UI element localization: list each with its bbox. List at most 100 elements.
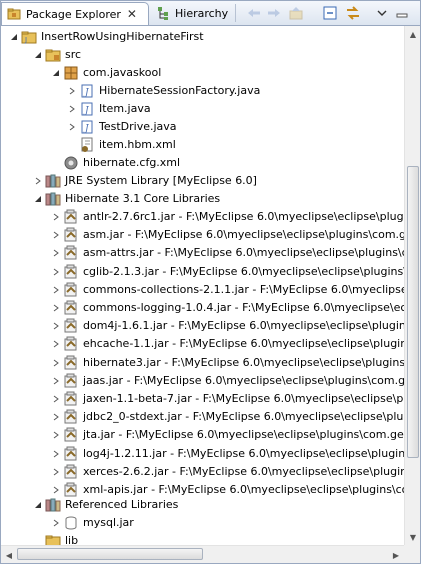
folder-icon [45,533,61,545]
source-folder-icon [45,47,61,63]
forward-icon[interactable] [265,4,283,22]
view-tab-bar: Package Explorer ✕ Hierarchy [1,1,420,26]
tree-item-jar[interactable]: asm.jar - F:\MyEclipse 6.0\myeclipse\ecl… [51,226,404,244]
collapsed-arrow-icon[interactable] [51,321,61,331]
minimize-icon[interactable] [393,4,411,22]
collapsed-arrow-icon[interactable] [51,339,61,349]
tree-item-jar[interactable]: xerces-2.6.2.jar - F:\MyEclipse 6.0\myec… [51,463,404,481]
tree-item-jar[interactable]: commons-logging-1.0.4.jar - F:\MyEclipse… [51,299,404,317]
jar-icon [63,464,79,480]
hbm-label: item.hbm.xml [99,138,176,151]
jar-icon [63,515,79,531]
vertical-scrollbar[interactable]: ▲ ▼ [404,26,420,545]
jar-icon [63,264,79,280]
tree-item-referenced-libraries[interactable]: Referenced Libraries [33,496,178,514]
view-menu-icon[interactable] [373,4,391,22]
jar-icon [63,355,79,371]
tree-item-jar[interactable]: jdbc2_0-stdext.jar - F:\MyEclipse 6.0\my… [51,408,404,426]
tree-item-hibernate-library[interactable]: Hibernate 3.1 Core Libraries [33,190,220,208]
tree-item-jar[interactable]: ehcache-1.1.jar - F:\MyEclipse 6.0\myecl… [51,335,404,353]
jar-icon [63,318,79,334]
scroll-down-icon[interactable]: ▼ [405,529,420,545]
hibernate-config-icon [63,155,79,171]
collapsed-arrow-icon[interactable] [51,230,61,240]
tree-item-jar[interactable]: cglib-2.1.3.jar - F:\MyEclipse 6.0\myecl… [51,263,404,281]
tree-item-hbm-file[interactable]: item.hbm.xml [79,136,176,154]
collapsed-arrow-icon[interactable] [51,303,61,313]
package-label: com.javaskool [83,66,162,79]
src-label: src [65,48,82,61]
collapsed-arrow-icon[interactable] [51,248,61,258]
collapsed-arrow-icon[interactable] [51,485,61,495]
cfg-label: hibernate.cfg.xml [83,156,181,169]
collapsed-arrow-icon[interactable] [51,430,61,440]
tree-item-jar[interactable]: hibernate3.jar - F:\MyEclipse 6.0\myecli… [51,354,404,372]
scroll-right-icon[interactable]: ▶ [388,546,404,563]
collapsed-arrow-icon[interactable] [33,176,43,186]
tree-item-jre[interactable]: JRE System Library [MyEclipse 6.0] [33,172,257,190]
tree-item-package[interactable]: com.javaskool [51,64,161,82]
tree-item-jar[interactable]: jta.jar - F:\MyEclipse 6.0\myeclipse\ecl… [51,426,404,444]
tree-item-jar[interactable]: commons-collections-2.1.1.jar - F:\MyEcl… [51,281,404,299]
collapsed-arrow-icon[interactable] [51,376,61,386]
tab-package-explorer[interactable]: Package Explorer ✕ [1,2,149,25]
tree-item-project[interactable]: J InsertRowUsingHibernateFirst [9,28,204,46]
expanded-arrow-icon[interactable] [33,194,43,204]
tree-item-jar[interactable]: log4j-1.2.11.jar - F:\MyEclipse 6.0\myec… [51,445,404,463]
collapsed-arrow-icon[interactable] [67,104,77,114]
collapsed-arrow-icon[interactable] [67,86,77,96]
project-tree[interactable]: J InsertRowUsingHibernateFirst src com.j… [1,26,404,545]
tab-label: Package Explorer [26,7,121,21]
package-icon [63,65,79,81]
tree-item-java-file[interactable]: J TestDrive.java [67,118,177,136]
link-with-editor-icon[interactable] [344,4,362,22]
collapsed-arrow-icon[interactable] [51,267,61,277]
tab-separator [235,4,236,22]
tree-item-mysql-jar[interactable]: mysql.jar [51,514,134,532]
collapsed-arrow-icon[interactable] [51,212,61,222]
jar-label: log4j-1.2.11.jar - F:\MyEclipse 6.0\myec… [83,446,404,460]
jar-label: commons-logging-1.0.4.jar - F:\MyEclipse… [83,301,404,314]
tree-item-cfg-file[interactable]: hibernate.cfg.xml [63,154,180,172]
library-icon [45,497,61,513]
tree-item-jar[interactable]: asm-attrs.jar - F:\MyEclipse 6.0\myeclip… [51,244,404,262]
java-file-label: HibernateSessionFactory.java [99,84,261,97]
jar-icon [63,373,79,389]
horizontal-scrollbar[interactable]: ◀ ▶ [1,545,404,563]
tree-item-jar[interactable]: jaas.jar - F:\MyEclipse 6.0\myeclipse\ec… [51,372,404,390]
tree-item-java-file[interactable]: J Item.java [67,100,151,118]
collapsed-arrow-icon[interactable] [67,122,77,132]
close-icon[interactable]: ✕ [127,7,137,21]
collapsed-arrow-icon[interactable] [51,412,61,422]
scroll-up-icon[interactable]: ▲ [405,26,420,42]
jar-label: ehcache-1.1.jar - F:\MyEclipse 6.0\myecl… [83,337,404,351]
package-explorer-view: Package Explorer ✕ Hierarchy J InsertRow… [0,0,421,564]
tree-item-src[interactable]: src [33,46,81,64]
tab-hierarchy[interactable]: Hierarchy [151,2,233,24]
jar-icon [63,227,79,243]
collapsed-arrow-icon[interactable] [51,358,61,368]
tree-item-lib-folder[interactable]: lib [45,532,78,545]
tree-item-jar[interactable]: jaxen-1.1-beta-7.jar - F:\MyEclipse 6.0\… [51,390,404,408]
expanded-arrow-icon[interactable] [33,50,43,60]
expanded-arrow-icon[interactable] [33,500,43,510]
tree-item-jar[interactable]: dom4j-1.6.1.jar - F:\MyEclipse 6.0\myecl… [51,317,404,335]
collapsed-arrow-icon[interactable] [51,449,61,459]
collapsed-arrow-icon[interactable] [51,285,61,295]
scroll-left-icon[interactable]: ◀ [1,546,17,563]
vertical-scroll-thumb[interactable] [407,166,419,458]
collapse-all-icon[interactable] [321,4,339,22]
collapsed-arrow-icon[interactable] [51,518,61,528]
project-folder-icon: J [21,29,37,45]
expanded-arrow-icon[interactable] [9,32,19,42]
collapsed-arrow-icon[interactable] [51,394,61,404]
collapsed-arrow-icon[interactable] [51,467,61,477]
back-icon[interactable] [245,4,263,22]
horizontal-scroll-thumb[interactable] [17,548,203,560]
tree-item-java-file[interactable]: J HibernateSessionFactory.java [67,82,260,100]
expanded-arrow-icon[interactable] [51,68,61,78]
tree-item-jar[interactable]: antlr-2.7.6rc1.jar - F:\MyEclipse 6.0\my… [51,208,404,226]
svg-text:J: J [24,36,27,44]
jre-label: JRE System Library [MyEclipse 6.0] [65,174,257,187]
up-icon[interactable] [287,4,305,22]
